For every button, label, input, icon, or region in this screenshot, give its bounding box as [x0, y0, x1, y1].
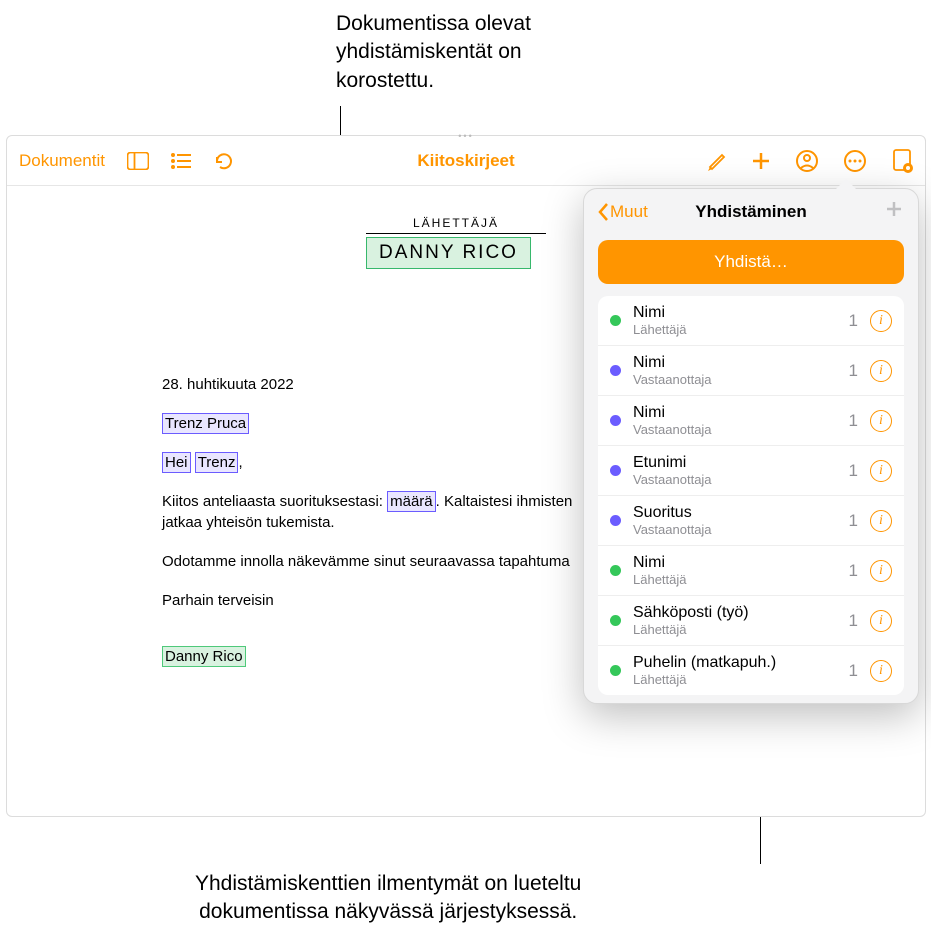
- merge-field-sender-name[interactable]: DANNY RICO: [366, 237, 531, 269]
- field-labels: Etunimi Vastaanottaja: [633, 454, 837, 487]
- status-dot-icon: [610, 315, 621, 326]
- greeting-suffix: ,: [238, 454, 242, 471]
- merge-field-recipient-name[interactable]: Trenz Pruca: [162, 413, 249, 434]
- field-labels: Nimi Lähettäjä: [633, 304, 837, 337]
- field-labels: Nimi Lähettäjä: [633, 554, 837, 587]
- field-count: 1: [849, 311, 858, 331]
- sender-block: LÄHETTÄJÄ DANNY RICO: [356, 216, 556, 269]
- pages-app-window: ••• Dokumentit Kiitoskirjeet: [6, 135, 926, 817]
- body-text: Kiitos anteliaasta suorituksestasi:: [162, 493, 383, 510]
- status-dot-icon: [610, 565, 621, 576]
- sidebar-toggle-icon[interactable]: [127, 152, 149, 170]
- merge-field-row[interactable]: Suoritus Vastaanottaja 1 i: [598, 496, 904, 546]
- field-subtitle: Lähettäjä: [633, 322, 837, 337]
- toolbar-right: [705, 149, 913, 173]
- field-count: 1: [849, 511, 858, 531]
- field-name: Sähköposti (työ): [633, 604, 837, 622]
- toolbar-left: Dokumentit: [19, 150, 235, 172]
- field-name: Nimi: [633, 354, 837, 372]
- info-icon[interactable]: i: [870, 410, 892, 432]
- info-icon[interactable]: i: [870, 560, 892, 582]
- chevron-left-icon: [598, 203, 608, 221]
- merge-field-row[interactable]: Nimi Lähettäjä 1 i: [598, 296, 904, 346]
- info-icon[interactable]: i: [870, 360, 892, 382]
- field-count: 1: [849, 461, 858, 481]
- merge-action-button[interactable]: Yhdistä…: [598, 240, 904, 284]
- field-subtitle: Vastaanottaja: [633, 522, 837, 537]
- merge-field-list: Nimi Lähettäjä 1 i Nimi Vastaanottaja 1 …: [598, 296, 904, 695]
- field-subtitle: Lähettäjä: [633, 622, 837, 637]
- field-count: 1: [849, 361, 858, 381]
- body-text: . Kaltaistesi ihmisten: [436, 493, 573, 510]
- field-subtitle: Lähettäjä: [633, 572, 837, 587]
- toolbar: Dokumentit Kiitoskirjeet: [7, 136, 925, 186]
- popover-back-button[interactable]: Muut: [598, 202, 648, 222]
- merge-field-row[interactable]: Etunimi Vastaanottaja 1 i: [598, 446, 904, 496]
- status-dot-icon: [610, 415, 621, 426]
- list-view-icon[interactable]: [171, 153, 191, 169]
- field-subtitle: Vastaanottaja: [633, 422, 837, 437]
- body-text: jatkaa yhteisön tukemista.: [162, 514, 335, 531]
- more-icon[interactable]: [843, 149, 867, 173]
- field-count: 1: [849, 411, 858, 431]
- sender-label: LÄHETTÄJÄ: [366, 216, 546, 234]
- status-dot-icon: [610, 515, 621, 526]
- field-name: Nimi: [633, 404, 837, 422]
- info-icon[interactable]: i: [870, 610, 892, 632]
- document-settings-icon[interactable]: [891, 149, 913, 173]
- field-labels: Suoritus Vastaanottaja: [633, 504, 837, 537]
- field-count: 1: [849, 661, 858, 681]
- field-labels: Nimi Vastaanottaja: [633, 354, 837, 387]
- field-name: Nimi: [633, 554, 837, 572]
- field-name: Etunimi: [633, 454, 837, 472]
- status-dot-icon: [610, 665, 621, 676]
- merge-field-greeting-name[interactable]: Trenz: [195, 452, 239, 473]
- popover-back-label: Muut: [610, 202, 648, 222]
- field-name: Suoritus: [633, 504, 837, 522]
- status-dot-icon: [610, 615, 621, 626]
- merge-field-row[interactable]: Nimi Vastaanottaja 1 i: [598, 396, 904, 446]
- field-name: Nimi: [633, 304, 837, 322]
- status-dot-icon: [610, 465, 621, 476]
- callout-top: Dokumentissa olevatyhdistämiskentät onko…: [336, 10, 531, 95]
- popover-title: Yhdistäminen: [695, 202, 806, 222]
- merge-field-row[interactable]: Sähköposti (työ) Lähettäjä 1 i: [598, 596, 904, 646]
- info-icon[interactable]: i: [870, 510, 892, 532]
- document-title: Kiitoskirjeet: [417, 151, 514, 171]
- merge-field-row[interactable]: Nimi Lähettäjä 1 i: [598, 546, 904, 596]
- collaborate-icon[interactable]: [795, 149, 819, 173]
- info-icon[interactable]: i: [870, 460, 892, 482]
- field-labels: Nimi Vastaanottaja: [633, 404, 837, 437]
- documents-button[interactable]: Dokumentit: [19, 151, 105, 171]
- popover-header: Muut Yhdistäminen: [584, 189, 918, 230]
- merge-field-row[interactable]: Puhelin (matkapuh.) Lähettäjä 1 i: [598, 646, 904, 695]
- field-name: Puhelin (matkapuh.): [633, 654, 837, 672]
- merge-field-row[interactable]: Nimi Vastaanottaja 1 i: [598, 346, 904, 396]
- undo-icon[interactable]: [213, 150, 235, 172]
- merge-field-signature-name[interactable]: Danny Rico: [162, 646, 246, 667]
- field-count: 1: [849, 611, 858, 631]
- merge-popover: Muut Yhdistäminen Yhdistä… Nimi Lähettäj…: [583, 188, 919, 704]
- field-labels: Sähköposti (työ) Lähettäjä: [633, 604, 837, 637]
- field-count: 1: [849, 561, 858, 581]
- callout-bottom: Yhdistämiskenttien ilmentymät on luetelt…: [195, 870, 581, 927]
- popover-add-button: [884, 199, 904, 224]
- info-icon[interactable]: i: [870, 310, 892, 332]
- info-icon[interactable]: i: [870, 660, 892, 682]
- merge-field-amount[interactable]: määrä: [387, 491, 436, 512]
- format-brush-icon[interactable]: [705, 150, 727, 172]
- field-subtitle: Vastaanottaja: [633, 472, 837, 487]
- merge-field-greeting-prefix[interactable]: Hei: [162, 452, 191, 473]
- field-labels: Puhelin (matkapuh.) Lähettäjä: [633, 654, 837, 687]
- add-icon[interactable]: [751, 151, 771, 171]
- status-dot-icon: [610, 365, 621, 376]
- field-subtitle: Lähettäjä: [633, 672, 837, 687]
- field-subtitle: Vastaanottaja: [633, 372, 837, 387]
